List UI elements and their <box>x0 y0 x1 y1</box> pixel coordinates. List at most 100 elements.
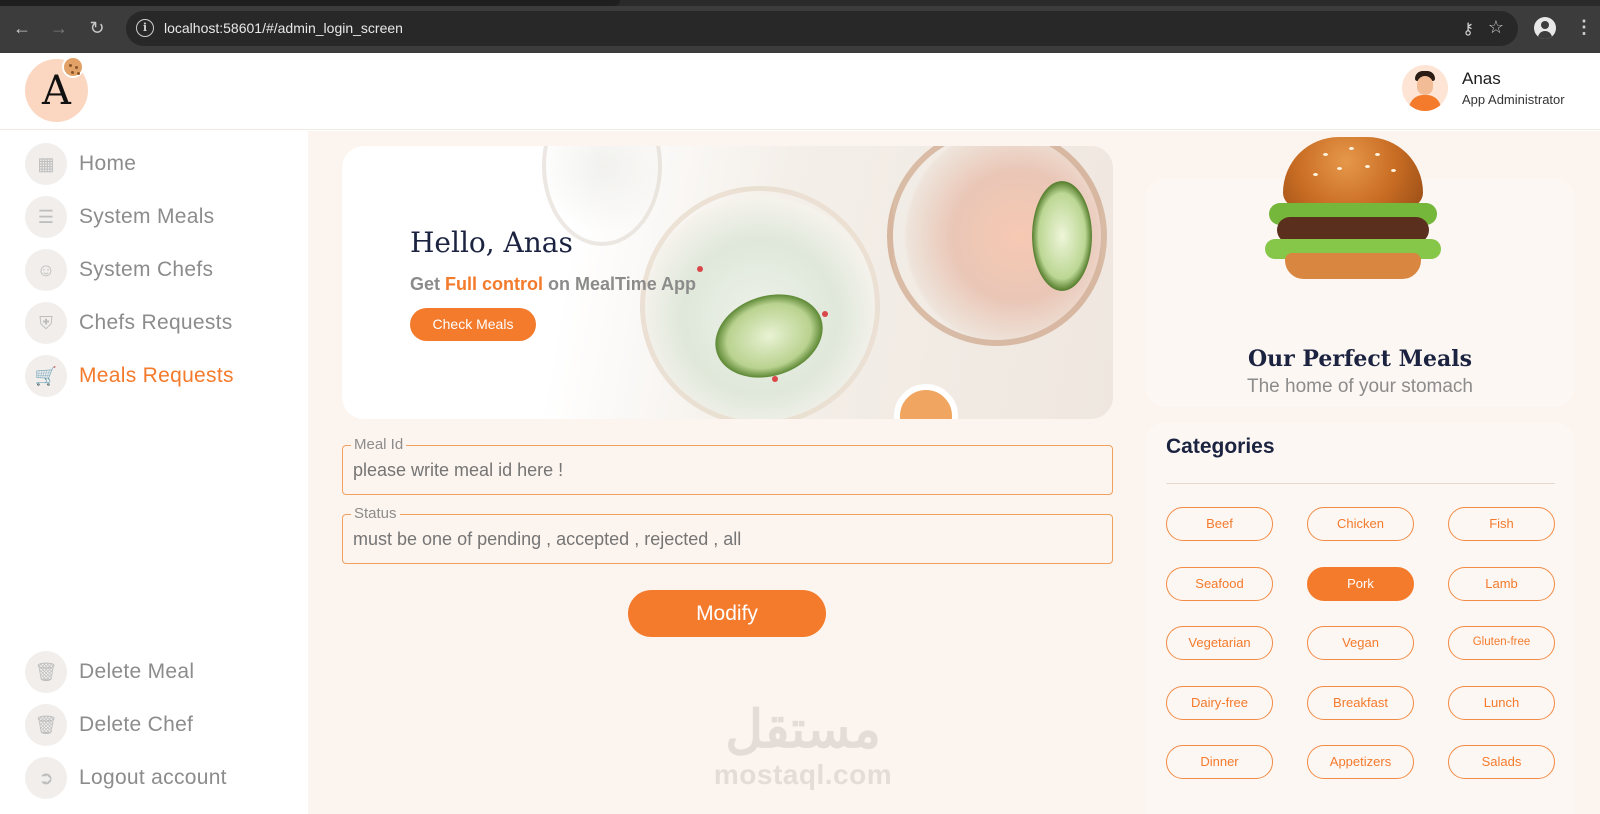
avatar[interactable] <box>1402 65 1448 111</box>
cucumber-slice <box>1032 181 1092 291</box>
back-button[interactable]: ← <box>10 16 34 40</box>
users-icon: ☺ <box>25 249 67 291</box>
sidebar-item-label: Chefs Requests <box>79 311 233 334</box>
category-chip-dinner[interactable]: Dinner <box>1166 745 1273 779</box>
sesame-seed <box>1323 153 1328 156</box>
sauce-bowl <box>894 384 958 419</box>
sidebar-item-system-meals[interactable]: ☰ System Meals <box>25 196 295 238</box>
arrow-left-icon: ← <box>13 18 31 38</box>
hero-banner: Hello, Anas Get Full control on MealTime… <box>342 146 1113 419</box>
arrow-right-icon: → <box>50 18 68 38</box>
modify-button[interactable]: Modify <box>628 590 826 637</box>
trash-icon: 🗑 <box>25 651 67 693</box>
sesame-seed <box>1313 173 1318 176</box>
burger-bun-top <box>1283 137 1423 207</box>
kebab-menu-icon[interactable]: ⋮ <box>1575 16 1593 38</box>
category-chip-lunch[interactable]: Lunch <box>1448 686 1555 720</box>
category-chip-fish[interactable]: Fish <box>1448 507 1555 541</box>
watermark-arabic: مستقل <box>725 701 881 759</box>
categories-panel: Categories Beef Chicken Fish Seafood Por… <box>1146 423 1574 814</box>
berry <box>822 311 828 317</box>
hero-subtitle-pre: Get <box>410 274 446 294</box>
category-chip-appetizers[interactable]: Appetizers <box>1307 745 1414 779</box>
category-chip-gluten-free[interactable]: Gluten-free <box>1448 626 1555 660</box>
category-chip-seafood[interactable]: Seafood <box>1166 567 1273 601</box>
tab-fragment <box>0 0 620 6</box>
promo-title: Our Perfect Meals <box>1248 346 1472 372</box>
sidebar-item-home[interactable]: ▦ Home <box>25 143 295 185</box>
sidebar-item-delete-chef[interactable]: 🗑 Delete Chef <box>25 704 295 746</box>
app-logo[interactable]: A <box>25 56 88 122</box>
hero-subtitle-post: on MealTime App <box>543 274 697 294</box>
watermark: مستقل mostaql.com <box>703 701 903 791</box>
hero-subtitle: Get Full control on MealTime App <box>410 274 696 295</box>
hero-subtitle-accent: Full control <box>445 274 544 294</box>
sidebar-item-label: Logout account <box>79 766 227 789</box>
sidebar-item-label: System Meals <box>79 205 215 228</box>
sidebar-item-delete-meal[interactable]: 🗑 Delete Meal <box>25 651 295 693</box>
category-chip-breakfast[interactable]: Breakfast <box>1307 686 1414 720</box>
status-label: Status <box>351 505 400 522</box>
trash-icon: 🗑 <box>25 704 67 746</box>
burger-icon: ☰ <box>25 196 67 238</box>
category-chip-beef[interactable]: Beef <box>1166 507 1273 541</box>
sidebar-item-label: Delete Chef <box>79 713 194 736</box>
category-chip-chicken[interactable]: Chicken <box>1307 507 1414 541</box>
category-chip-dairy-free[interactable]: Dairy-free <box>1166 686 1273 720</box>
sesame-seed <box>1391 169 1396 172</box>
site-info-icon[interactable]: i <box>136 19 154 37</box>
profile-icon[interactable] <box>1534 17 1556 39</box>
berry <box>772 376 778 382</box>
status-input[interactable] <box>353 527 1093 551</box>
category-chip-lamb[interactable]: Lamb <box>1448 567 1555 601</box>
avatar-body <box>1409 95 1441 111</box>
cookie-icon <box>62 56 84 78</box>
sesame-seed <box>1365 165 1370 168</box>
check-meals-button[interactable]: Check Meals <box>410 308 536 341</box>
status-field[interactable]: Status <box>342 505 1113 564</box>
main-content: Hello, Anas Get Full control on MealTime… <box>308 131 1600 814</box>
meal-id-field[interactable]: Meal Id <box>342 436 1113 495</box>
sidebar-item-meals-requests[interactable]: 🛒 Meals Requests <box>25 355 295 397</box>
category-chip-vegan[interactable]: Vegan <box>1307 626 1414 660</box>
hero-title: Hello, Anas <box>410 226 573 259</box>
berry <box>697 266 703 272</box>
reload-icon: ↻ <box>89 18 105 38</box>
category-chip-pork[interactable]: Pork <box>1307 567 1414 601</box>
sidebar-item-chefs-requests[interactable]: ⛨ Chefs Requests <box>25 302 295 344</box>
burger-image <box>1263 137 1443 283</box>
cart-icon: 🛒 <box>25 355 67 397</box>
meal-id-input[interactable] <box>353 458 1093 482</box>
key-icon[interactable]: ⚷ <box>1462 19 1474 39</box>
sesame-seed <box>1337 167 1342 170</box>
reload-button[interactable]: ↻ <box>85 16 109 40</box>
user-name: Anas <box>1462 69 1501 88</box>
burger-bun-bottom <box>1285 253 1421 279</box>
category-chip-salads[interactable]: Salads <box>1448 745 1555 779</box>
sidebar: ▦ Home ☰ System Meals ☺ System Chefs ⛨ C… <box>0 131 308 814</box>
avatar-face <box>1417 76 1433 95</box>
sidebar-item-label: Meals Requests <box>79 364 234 387</box>
app-header: A Anas App Administrator <box>0 53 1600 130</box>
categories-title: Categories <box>1166 435 1275 458</box>
grid-icon: ▦ <box>25 143 67 185</box>
forward-button[interactable]: → <box>47 16 71 40</box>
promo-subtitle: The home of your stomach <box>1247 376 1473 397</box>
shield-icon: ⛨ <box>25 302 67 344</box>
browser-toolbar: ← → ↻ i localhost:58601/#/admin_login_sc… <box>0 0 1600 53</box>
sesame-seed <box>1349 147 1354 150</box>
user-role: App Administrator <box>1462 92 1565 107</box>
sidebar-item-label: Delete Meal <box>79 660 195 683</box>
sidebar-item-label: Home <box>79 152 137 175</box>
logout-icon: ➲ <box>25 757 67 799</box>
meal-id-label: Meal Id <box>351 436 407 453</box>
divider <box>1166 483 1555 484</box>
category-chip-vegetarian[interactable]: Vegetarian <box>1166 626 1273 660</box>
sidebar-item-label: System Chefs <box>79 258 214 281</box>
address-url[interactable]: localhost:58601/#/admin_login_screen <box>164 20 403 36</box>
bookmark-star-icon[interactable]: ☆ <box>1488 17 1504 38</box>
sidebar-item-logout[interactable]: ➲ Logout account <box>25 757 295 799</box>
sesame-seed <box>1375 153 1380 156</box>
address-bar[interactable]: i localhost:58601/#/admin_login_screen ⚷… <box>126 11 1518 46</box>
sidebar-item-system-chefs[interactable]: ☺ System Chefs <box>25 249 295 291</box>
